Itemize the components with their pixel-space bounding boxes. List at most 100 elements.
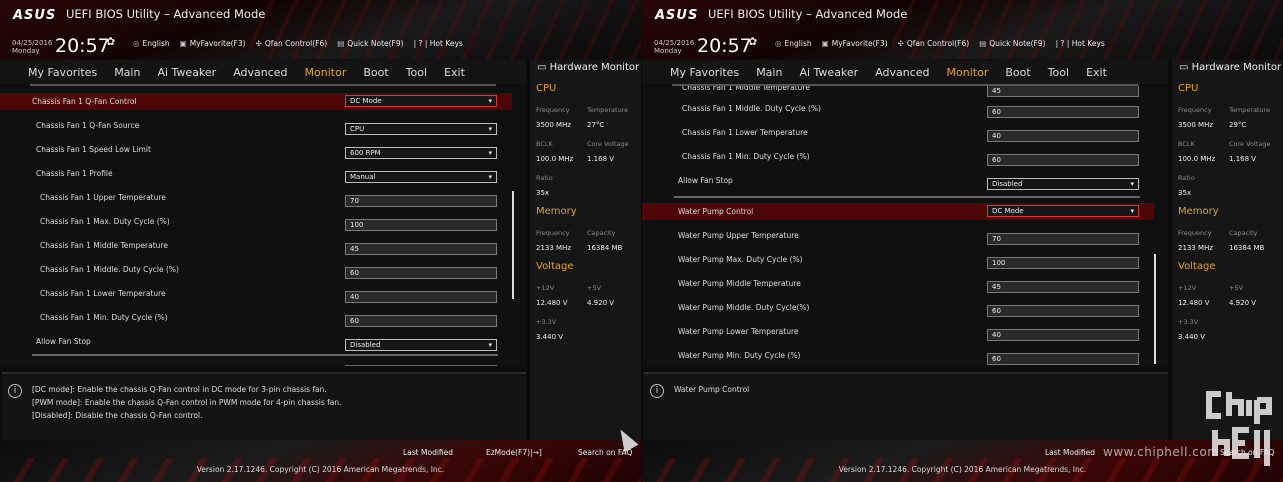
setting-row[interactable]: Water Pump Max. Duty Cycle (%) 100 — [642, 251, 1154, 269]
scrollbar[interactable] — [1154, 254, 1156, 364]
setting-label: Water Pump Min. Duty Cycle (%) — [678, 351, 801, 360]
setting-dropdown[interactable]: 600 RPM — [345, 147, 497, 159]
tab-exit[interactable]: Exit — [1086, 66, 1107, 79]
note-icon: ▤ — [979, 39, 987, 48]
main-nav-tabs: My Favorites Main Ai Tweaker Advanced Monito… — [642, 60, 1168, 84]
setting-row[interactable]: Chassis Fan 1 Q-Fan Source CPU — [0, 117, 512, 135]
toolbar-item-note[interactable]: ▤ Quick Note(F9) — [337, 39, 403, 48]
setting-row[interactable]: Allow Fan Stop Disabled — [0, 333, 512, 351]
toolbar-item-monitor[interactable]: ▣ MyFavorite(F3) — [822, 39, 888, 48]
setting-input[interactable]: 100 — [345, 219, 497, 231]
setting-row[interactable]: Chassis Fan 1 Max. Duty Cycle (%) 100 — [0, 213, 512, 231]
help-line: [DC mode]: Enable the chassis Q-Fan cont… — [32, 385, 327, 394]
setting-row[interactable]: Chassis Fan 1 Q-Fan Control DC Mode — [0, 93, 512, 110]
hardware-monitor-panel: ▭ Hardware Monitor CPU Frequency Temperatur… — [1169, 60, 1283, 440]
setting-row[interactable]: Chassis Fan 1 Lower Temperature 40 — [0, 285, 512, 303]
setting-input[interactable]: 70 — [987, 233, 1139, 245]
setting-label: Chassis Fan 1 Lower Temperature — [682, 128, 808, 137]
tab-advanced[interactable]: Advanced — [875, 66, 929, 79]
date-display: 04/25/2016 Monday — [12, 39, 52, 55]
toolbar-item-note[interactable]: ▤ Quick Note(F9) — [979, 39, 1045, 48]
3v3-value: 3.440 V — [536, 333, 564, 341]
scrollbar[interactable] — [512, 191, 514, 299]
setting-dropdown[interactable]: CPU — [345, 123, 497, 135]
setting-input[interactable]: 45 — [987, 86, 1139, 97]
setting-row[interactable]: Chassis Fan 1 Profile Manual — [0, 165, 512, 183]
setting-dropdown[interactable]: DC Mode — [987, 205, 1139, 217]
setting-input[interactable]: 60 — [987, 106, 1139, 118]
toolbar-item-help[interactable]: | ? | Hot Keys — [1056, 39, 1105, 48]
setting-row[interactable]: Water Pump Middle Temperature 45 — [642, 275, 1154, 293]
footer-last-modified[interactable]: Last Modified — [1045, 448, 1095, 457]
setting-input[interactable]: 60 — [345, 315, 497, 327]
gear-icon[interactable]: ✿ — [106, 35, 115, 48]
tab-my-favorites[interactable]: My Favorites — [670, 66, 739, 79]
toolbar-item-fan[interactable]: ✣ Qfan Control(F6) — [898, 39, 970, 48]
setting-row[interactable]: Water Pump Upper Temperature 70 — [642, 227, 1154, 245]
voltage-heading: Voltage — [536, 261, 574, 272]
toolbar-item-globe[interactable]: ◎ English — [133, 39, 170, 48]
setting-row[interactable]: Water Pump Lower Temperature 40 — [642, 323, 1154, 341]
tab-monitor[interactable]: Monitor — [305, 66, 347, 79]
gear-icon[interactable]: ✿ — [748, 35, 757, 48]
help-line: [PWM mode]: Enable the chassis Q-Fan con… — [32, 398, 342, 407]
toolbar-item-fan[interactable]: ✣ Qfan Control(F6) — [256, 39, 328, 48]
setting-dropdown[interactable]: Disabled — [987, 178, 1139, 190]
setting-row[interactable]: Water Pump Middle. Duty Cycle(%) 60 — [642, 299, 1154, 317]
settings-panel: Chassis Fan 1 Q-Fan ControlDC Mode Chassi… — [0, 86, 526, 366]
setting-input[interactable]: 60 — [345, 267, 497, 279]
setting-row[interactable]: Water Pump Min. Duty Cycle (%) 60 — [642, 347, 1154, 365]
setting-row[interactable]: Chassis Fan 1 Speed Low Limit 600 RPM — [0, 141, 512, 159]
footer-ezmode[interactable]: EzMode(F7)|→] — [486, 448, 542, 457]
setting-input[interactable]: 40 — [987, 329, 1139, 341]
section-divider — [345, 365, 497, 366]
ratio-value: 35x — [1178, 189, 1192, 197]
toolbar-item-help[interactable]: | ? | Hot Keys — [414, 39, 463, 48]
setting-row[interactable]: Allow Fan Stop Disabled — [642, 172, 1154, 190]
setting-input[interactable]: 45 — [345, 243, 497, 255]
setting-input[interactable]: 40 — [345, 291, 497, 303]
tab-boot[interactable]: Boot — [363, 66, 388, 79]
setting-row[interactable]: Chassis Fan 1 Middle Temperature 45 — [0, 237, 512, 255]
tab-tool[interactable]: Tool — [1048, 66, 1069, 79]
tab-boot[interactable]: Boot — [1005, 66, 1030, 79]
setting-dropdown[interactable]: Disabled — [345, 339, 497, 351]
toolbar-item-monitor[interactable]: ▣ MyFavorite(F3) — [180, 39, 246, 48]
setting-row[interactable]: Chassis Fan 1 Middle. Duty Cycle (%) 60 — [642, 100, 1154, 118]
footer-last-modified[interactable]: Last Modified — [403, 448, 453, 457]
setting-input[interactable]: 40 — [987, 130, 1139, 142]
tab-tool[interactable]: Tool — [406, 66, 427, 79]
toolbar-item-globe[interactable]: ◎ English — [775, 39, 812, 48]
tab-ai-tweaker[interactable]: Ai Tweaker — [157, 66, 216, 79]
setting-dropdown[interactable]: DC Mode — [345, 95, 497, 107]
setting-input[interactable]: 60 — [987, 305, 1139, 317]
setting-input[interactable]: 100 — [987, 257, 1139, 269]
window-title: UEFI BIOS Utility – Advanced Mode — [708, 7, 908, 21]
tab-main[interactable]: Main — [114, 66, 140, 79]
setting-row[interactable]: Chassis Fan 1 Middle Temperature 45 — [642, 86, 1154, 97]
tab-exit[interactable]: Exit — [444, 66, 465, 79]
setting-dropdown[interactable]: Manual — [345, 171, 497, 183]
clock-time: 20:57 — [697, 35, 752, 57]
setting-row[interactable]: Water Pump Control DC Mode — [642, 203, 1154, 220]
tab-monitor[interactable]: Monitor — [947, 66, 989, 79]
hardware-monitor-title: ▭ Hardware Monitor — [1179, 62, 1281, 73]
tab-main[interactable]: Main — [756, 66, 782, 79]
setting-row[interactable]: Chassis Fan 1 Upper Temperature 70 — [0, 189, 512, 207]
setting-input[interactable]: 60 — [987, 353, 1139, 365]
setting-row[interactable]: Chassis Fan 1 Middle. Duty Cycle (%) 60 — [0, 261, 512, 279]
setting-row[interactable]: Chassis Fan 1 Min. Duty Cycle (%) 60 — [0, 309, 512, 327]
globe-icon: ◎ — [133, 39, 140, 48]
5v-label: +5V — [587, 284, 602, 292]
setting-label: Chassis Fan 1 Max. Duty Cycle (%) — [40, 217, 170, 226]
setting-row[interactable]: Chassis Fan 1 Lower Temperature 40 — [642, 124, 1154, 142]
tab-advanced[interactable]: Advanced — [233, 66, 287, 79]
setting-input[interactable]: 70 — [345, 195, 497, 207]
ratio-label: Ratio — [1178, 174, 1195, 182]
tab-my-favorites[interactable]: My Favorites — [28, 66, 97, 79]
tab-ai-tweaker[interactable]: Ai Tweaker — [799, 66, 858, 79]
setting-input[interactable]: 60 — [987, 154, 1139, 166]
memory-heading: Memory — [536, 206, 577, 217]
setting-row[interactable]: Chassis Fan 1 Min. Duty Cycle (%) 60 — [642, 148, 1154, 166]
setting-input[interactable]: 45 — [987, 281, 1139, 293]
